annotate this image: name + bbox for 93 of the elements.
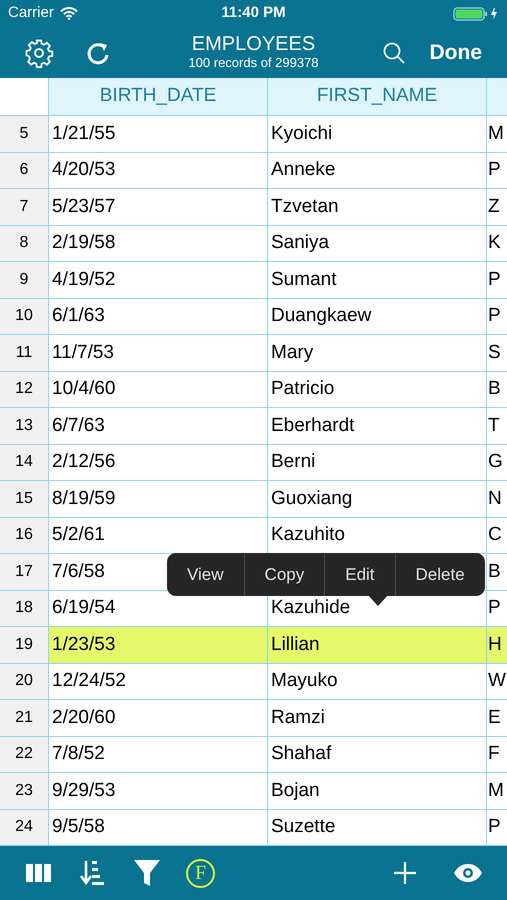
table-cell: 7/8/52: [49, 736, 268, 772]
filter-icon[interactable]: [134, 859, 160, 887]
table-cell-text: N: [487, 486, 503, 510]
table-cell: Guoxiang: [268, 481, 487, 516]
row-number: 17: [0, 554, 49, 590]
table-cell: Saniya: [268, 226, 487, 261]
row-number: 8: [0, 226, 49, 261]
settings-icon[interactable]: [24, 38, 54, 68]
table-cell: 10/4/60: [49, 372, 268, 407]
table-cell: 2/12/56: [49, 444, 268, 480]
table-cell: Ramzi: [268, 700, 487, 736]
table-cell-text: Z: [487, 194, 501, 218]
table-cell-text: M: [487, 778, 505, 802]
table-cell: Sumant: [268, 262, 487, 298]
row-number: 22: [0, 736, 49, 772]
table-cell-text: C: [487, 523, 503, 547]
row-number: 21: [0, 700, 49, 736]
table-cell-text: W: [487, 669, 507, 693]
row-number: 14: [0, 444, 49, 480]
table-cell: Anneke: [268, 152, 487, 188]
row-number: 13: [0, 408, 49, 444]
table-cell-text: P: [487, 304, 502, 328]
table-cell: 6/1/63: [49, 298, 268, 334]
columns-icon[interactable]: [26, 864, 52, 882]
table-cell: 6/7/63: [49, 408, 268, 444]
column-header[interactable]: FIRST_NAME: [268, 78, 487, 115]
row-number: 18: [0, 590, 49, 626]
table-cell: Shahaf: [268, 736, 487, 772]
table-cell-text: G: [487, 450, 504, 474]
eye-icon[interactable]: [453, 863, 483, 883]
table-cell: 5/23/57: [49, 189, 268, 224]
row-number: 16: [0, 518, 49, 553]
table-cell-text: F: [487, 742, 501, 766]
table-cell-text: P: [487, 268, 502, 292]
row-number: 6: [0, 152, 49, 188]
table-cell: Mary: [268, 335, 487, 370]
row-number: 11: [0, 335, 49, 370]
table-cell: 2/19/58: [49, 226, 268, 261]
table-cell-text: T: [487, 414, 501, 438]
battery-icon: [453, 6, 499, 20]
carrier-label: Carrier: [8, 3, 54, 24]
table-cell-text: P: [487, 596, 502, 620]
sort-icon[interactable]: [80, 859, 106, 887]
table-cell: 4/19/52: [49, 262, 268, 298]
search-icon[interactable]: [382, 40, 406, 64]
table-cell: Patricio: [268, 372, 487, 407]
table-cell: Eberhardt: [268, 408, 487, 444]
table-cell: Bojan: [268, 773, 487, 808]
table-cell-text: B: [487, 560, 502, 584]
add-icon[interactable]: [393, 861, 417, 885]
wifi-icon: [60, 7, 78, 20]
table-cell-text: M: [487, 122, 505, 146]
table-cell: Lillian: [268, 627, 487, 662]
status-time: 11:40 PM: [221, 3, 286, 24]
row-number: 7: [0, 189, 49, 224]
done-button[interactable]: Done: [430, 36, 482, 68]
row-number: 5: [0, 116, 49, 152]
table-cell: 12/24/52: [49, 664, 268, 699]
table-cell: Kyoichi: [268, 116, 487, 152]
table-cell: 11/7/53: [49, 335, 268, 370]
table-cell: 8/19/59: [49, 481, 268, 516]
table-cell: 1/23/53: [49, 627, 268, 662]
table-cell-text: S: [487, 340, 502, 364]
table-cell-text: B: [487, 377, 502, 401]
row-number: 10: [0, 298, 49, 334]
screen-title: EMPLOYEES: [192, 33, 316, 55]
row-number: 12: [0, 372, 49, 407]
menu-item[interactable]: Delete: [394, 553, 485, 596]
table-cell: Mayuko: [268, 664, 487, 699]
row-number: 20: [0, 664, 49, 699]
table-cell: 2/20/60: [49, 700, 268, 736]
row-number: 9: [0, 262, 49, 298]
table-cell-text: E: [487, 706, 502, 730]
table-cell-text: H: [487, 632, 503, 656]
menu-item[interactable]: Copy: [244, 553, 324, 596]
column-header[interactable]: BIRTH_DATE: [49, 78, 268, 115]
table-cell-text: P: [487, 158, 502, 182]
table-cell: Duangkaew: [268, 298, 487, 334]
table-cell: Tzvetan: [268, 189, 487, 224]
formula-button[interactable]: F: [186, 858, 215, 888]
row-number: 19: [0, 627, 49, 662]
table-cell: Berni: [268, 444, 487, 480]
table-cell: 1/21/55: [49, 116, 268, 152]
table-cell: Suzette: [268, 810, 487, 845]
table-cell: 4/20/53: [49, 152, 268, 188]
table-cell: 9/5/58: [49, 810, 268, 845]
table-cell: 9/29/53: [49, 773, 268, 808]
record-count: 100 records of 299378: [188, 55, 319, 70]
table-cell-text: P: [487, 815, 502, 839]
row-number: 24: [0, 810, 49, 845]
row-number: 15: [0, 481, 49, 516]
table-cell-text: K: [487, 231, 502, 255]
row-number: 23: [0, 773, 49, 808]
